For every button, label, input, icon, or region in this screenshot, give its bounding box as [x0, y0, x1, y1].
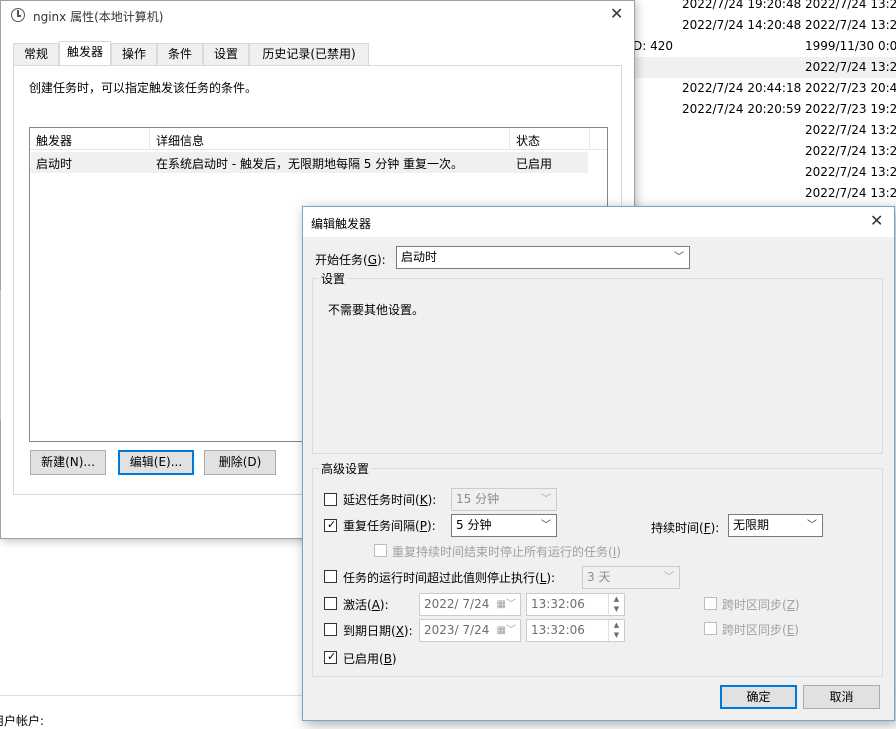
delay-select[interactable]: 15 分钟 ﹀ — [451, 488, 557, 511]
expire-sync-checkbox[interactable] — [704, 622, 717, 635]
activate-checkbox[interactable] — [324, 597, 337, 610]
repeat-checkbox[interactable]: ✓ — [324, 518, 337, 532]
column-header-trigger[interactable]: 触发器 — [36, 132, 72, 149]
table-row[interactable]: 启动时 在系统启动时 - 触发后，无限期地每隔 5 分钟 重复一次。 已启用 — [31, 152, 588, 173]
calendar-icon: ▦﹀ — [496, 625, 516, 636]
bg-cell: 2022/7/24 13:24 — [805, 123, 896, 137]
title-bar: nginx 属性(本地计算机) ✕ — [1, 1, 634, 31]
settings-text: 不需要其他设置。 — [328, 303, 425, 317]
settings-group-title: 设置 — [319, 270, 348, 287]
list-header: 触发器 详细信息 状态 — [30, 128, 607, 150]
activate-date-picker[interactable]: 2022/ 7/24 ▦﹀ — [419, 593, 521, 616]
spinner-icon[interactable]: ▲ ▼ — [608, 620, 624, 641]
bg-cell: 2022/7/23 19:20 — [805, 102, 896, 116]
bg-cell: 2022/7/23 20:44 — [805, 81, 896, 95]
activate-time-value: 13:32:06 — [531, 597, 585, 611]
close-icon[interactable]: ✕ — [610, 4, 623, 23]
duration-value: 无限期 — [733, 518, 770, 532]
delay-value: 15 分钟 — [456, 492, 500, 506]
activate-date-value: 2022/ 7/24 — [424, 597, 490, 611]
checkmark-icon: ✓ — [327, 518, 337, 531]
bg-cell: 2022/7/24 13:2 — [805, 0, 896, 11]
duration-label: 持续时间(F): — [651, 521, 720, 535]
background-edge — [0, 290, 2, 420]
tab-actions[interactable]: 操作 — [111, 43, 157, 65]
tab-general[interactable]: 常规 — [13, 43, 59, 65]
clock-icon — [11, 8, 25, 22]
stop-longer-checkbox[interactable] — [324, 570, 337, 583]
activate-time-picker[interactable]: 13:32:06 ▲ ▼ — [526, 593, 625, 616]
chevron-down-icon: ﹀ — [807, 520, 817, 531]
close-icon[interactable]: ✕ — [870, 211, 883, 230]
edit-trigger-dialog: 编辑触发器 ✕ 开始任务(G): 启动时 ﹀ 设置 不需要其他设置。 高级设置 … — [302, 206, 895, 721]
duration-select[interactable]: 无限期 ﹀ — [728, 514, 823, 537]
delete-button[interactable]: 删除(D) — [204, 450, 276, 475]
start-task-value: 启动时 — [401, 250, 438, 264]
bg-cell: 2022/7/24 19:20:48 — [682, 0, 802, 11]
calendar-icon: ▦﹀ — [496, 599, 516, 610]
expire-date-value: 2023/ 7/24 — [424, 623, 490, 637]
bg-cell: D: 420 — [633, 39, 674, 53]
expire-time-picker[interactable]: 13:32:06 ▲ ▼ — [526, 619, 625, 642]
spinner-icon[interactable]: ▲ ▼ — [608, 594, 624, 615]
chevron-down-icon: ﹀ — [541, 520, 551, 531]
bg-cell: 2022/7/24 13:24 — [805, 165, 896, 179]
bg-cell: 2022/7/24 20:44:18 — [682, 81, 802, 95]
column-header-detail[interactable]: 详细信息 — [156, 132, 204, 149]
start-task-select[interactable]: 启动时 ﹀ — [396, 246, 690, 269]
window-title: nginx 属性(本地计算机) — [33, 10, 164, 24]
stop-longer-label: 任务的运行时间超过此值则停止执行(L): — [343, 571, 556, 585]
tab-history[interactable]: 历史记录(已禁用) — [249, 43, 369, 65]
enabled-label: 已启用(B) — [343, 652, 397, 666]
delay-label: 延迟任务时间(K): — [343, 493, 437, 507]
expire-checkbox[interactable] — [324, 623, 337, 636]
tab-triggers[interactable]: 触发器 — [59, 41, 111, 66]
expire-time-value: 13:32:06 — [531, 623, 585, 637]
row-trigger: 启动时 — [36, 157, 73, 171]
repeat-value: 5 分钟 — [456, 518, 492, 532]
dialog-title-bar: 编辑触发器 ✕ — [303, 207, 894, 237]
stop-all-label: 重复持续时间结束时停止所有运行的任务(I) — [392, 545, 621, 559]
bg-cell: 2022/7/24 13:29 — [805, 60, 896, 74]
stop-longer-value: 3 天 — [587, 570, 611, 584]
expire-label: 到期日期(X): — [343, 624, 413, 638]
dialog-title: 编辑触发器 — [311, 217, 372, 231]
new-button[interactable]: 新建(N)... — [30, 450, 106, 475]
chevron-down-icon: ﹀ — [664, 572, 674, 583]
tab-settings[interactable]: 设置 — [203, 43, 249, 65]
checkmark-icon: ✓ — [327, 650, 337, 663]
edit-button[interactable]: 编辑(E)... — [118, 450, 194, 475]
delay-checkbox[interactable] — [324, 493, 337, 506]
expire-sync-label: 跨时区同步(E) — [722, 623, 799, 637]
expire-date-picker[interactable]: 2023/ 7/24 ▦﹀ — [419, 619, 521, 642]
description-text: 创建任务时，可以指定触发该任务的条件。 — [29, 81, 258, 95]
bg-cell: 2022/7/24 20:20:59 — [682, 102, 802, 116]
enabled-checkbox[interactable]: ✓ — [324, 650, 337, 664]
start-task-label: 开始任务(G): — [315, 253, 386, 267]
activate-sync-checkbox[interactable] — [704, 597, 717, 610]
row-detail: 在系统启动时 - 触发后，无限期地每隔 5 分钟 重复一次。 — [156, 157, 464, 171]
cancel-button[interactable]: 取消 — [803, 685, 880, 709]
row-status: 已启用 — [516, 157, 553, 171]
column-header-status[interactable]: 状态 — [516, 132, 540, 149]
chevron-down-icon: ﹀ — [674, 252, 684, 263]
stop-all-checkbox[interactable] — [374, 544, 387, 557]
bg-user-account-label: 用户帐户: — [0, 714, 45, 728]
activate-sync-label: 跨时区同步(Z) — [722, 598, 800, 612]
ok-button[interactable]: 确定 — [720, 685, 797, 709]
advanced-group-title: 高级设置 — [319, 460, 372, 477]
tab-conditions[interactable]: 条件 — [157, 43, 203, 65]
chevron-down-icon: ﹀ — [541, 494, 551, 505]
bg-cell: 1999/11/30 0:00 — [805, 39, 896, 53]
bg-cell: 2022/7/24 13:24 — [805, 186, 896, 200]
activate-label: 激活(A): — [343, 598, 389, 612]
repeat-label: 重复任务间隔(P): — [343, 519, 436, 533]
bg-cell: 2022/7/24 14:20:48 — [682, 18, 802, 32]
stop-longer-select[interactable]: 3 天 ﹀ — [582, 566, 680, 589]
bg-cell: 2022/7/24 13:2 — [805, 18, 896, 32]
bg-cell: 2022/7/24 13:24 — [805, 144, 896, 158]
repeat-select[interactable]: 5 分钟 ﹀ — [451, 514, 557, 537]
